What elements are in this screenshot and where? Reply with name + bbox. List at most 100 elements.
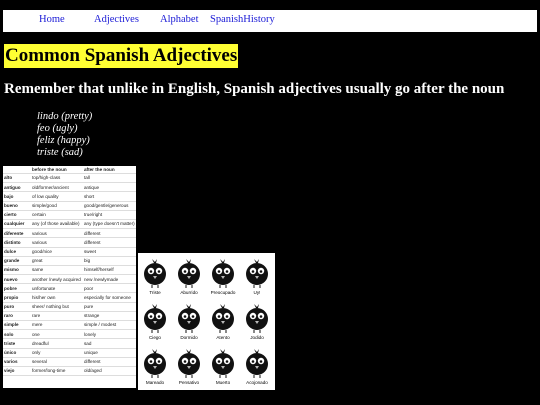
table-header-cell: after the noun [83, 166, 136, 174]
bird-figure: Preocupado [206, 257, 240, 299]
table-row: dulce good/nice sweet [3, 247, 136, 257]
adjective-cell: puro [3, 302, 31, 312]
nav-home-link[interactable]: Home [39, 14, 65, 25]
nav-alphabet-link[interactable]: Alphabet [160, 14, 199, 25]
after-noun-cell: unique [83, 348, 136, 358]
adjective-cell: único [3, 348, 31, 358]
adjective-cell: grande [3, 256, 31, 266]
after-noun-cell: new /newlymade [83, 274, 136, 285]
after-noun-cell: any (type doesn't matter) [83, 219, 136, 230]
bird-label: Preocupado [210, 290, 236, 295]
after-noun-cell: different [83, 237, 136, 248]
bird-label: Triste [149, 290, 161, 295]
adjective-cell: cierto [3, 210, 31, 220]
before-noun-cell: simple/good [31, 201, 83, 211]
bird-label: Jodido [250, 335, 264, 340]
after-noun-cell: short [83, 191, 136, 202]
adjective-examples-list: lindo (pretty) feo (ugly) feliz (happy) … [37, 111, 92, 159]
before-noun-cell: great [31, 256, 83, 266]
bird-figure: Uy! [240, 257, 274, 299]
bird-icon [144, 304, 166, 333]
bird-icon [246, 304, 268, 333]
bird-figure: Jodido [240, 302, 274, 344]
adjective-cell: simple [3, 320, 31, 331]
table-row: único only unique [3, 348, 136, 358]
after-noun-cell: especially for someone [83, 292, 136, 303]
bird-figure: Acojonado [240, 347, 274, 389]
adjective-cell: nuevo [3, 274, 31, 285]
before-noun-cell: sheer/ nothing but [31, 302, 83, 312]
bird-icon [246, 259, 268, 288]
before-noun-cell: his/her own [31, 292, 83, 303]
after-noun-cell: strange [83, 311, 136, 322]
after-noun-cell: true/right [83, 210, 136, 220]
bird-figure: Pensativo [172, 347, 206, 389]
bird-figure: Mareado [138, 347, 172, 389]
adjective-cell: viejo [3, 366, 31, 377]
after-noun-cell: different [83, 228, 136, 239]
table-row: nuevo another /newly acquired new /newlyma… [3, 274, 136, 285]
after-noun-cell: antique [83, 182, 136, 193]
before-noun-cell: rare [31, 311, 83, 322]
bird-label: Ciego [148, 335, 161, 340]
before-noun-cell: another /newly acquired [31, 274, 83, 285]
bird-icon [144, 349, 166, 378]
after-noun-cell: sad [83, 338, 136, 349]
bird-icon [178, 349, 200, 378]
before-noun-cell: good/nice [31, 247, 83, 257]
after-noun-cell: pure [83, 302, 136, 312]
example-item: triste (sad) [37, 147, 83, 158]
table-row: bueno simple/good good/gentle/generous [3, 201, 136, 211]
table-row: diferente various different [3, 228, 136, 239]
bird-icon [212, 349, 234, 378]
table-header-cell [3, 166, 31, 174]
table-row: cierto certain true/right [3, 210, 136, 220]
emotion-birds-illustration: Triste Aburrido Preocupado Uy! Ciego Dormido A… [138, 253, 275, 390]
bird-icon [178, 304, 200, 333]
adjective-cell: alto [3, 173, 31, 184]
after-noun-cell: himself/herself [83, 265, 136, 276]
bird-figure: Muerto [206, 347, 240, 389]
before-noun-cell: any (of those available) [31, 219, 83, 230]
example-item: lindo (pretty) [37, 111, 93, 122]
adjective-cell: bueno [3, 201, 31, 211]
nav-spanish-history-link[interactable]: SpanishHistory [210, 14, 275, 25]
table-header-row: before the noun after the noun [3, 166, 136, 174]
page-title: Common Spanish Adjectives [4, 44, 239, 68]
after-noun-cell: poor [83, 283, 136, 294]
top-nav-bar: Home Adjectives Alphabet SpanishHistory [3, 10, 537, 32]
before-noun-cell: same [31, 265, 83, 276]
table-row: pobre unfortunate poor [3, 283, 136, 294]
before-noun-cell: of low quality [31, 191, 83, 202]
before-noun-cell: various [31, 228, 83, 239]
example-item: feo (ugly) [37, 123, 78, 134]
bird-label: Mareado [145, 380, 165, 385]
adjective-cell: raro [3, 311, 31, 322]
adjective-cell: solo [3, 329, 31, 340]
table-row: alto top/high-class tall [3, 173, 136, 184]
before-noun-cell: various [31, 237, 83, 248]
bird-label: Acojonado [246, 380, 268, 385]
nav-adjectives-link[interactable]: Adjectives [94, 14, 139, 25]
bird-label: Atento [216, 335, 230, 340]
bird-icon [144, 259, 166, 288]
bird-figure: Dormido [172, 302, 206, 344]
before-noun-cell: dreadful [31, 338, 83, 349]
after-noun-cell: different [83, 357, 136, 367]
after-noun-cell: good/gentle/generous [83, 201, 136, 211]
before-noun-cell: only [31, 348, 83, 358]
adjective-cell: distinto [3, 237, 31, 248]
after-noun-cell: tall [83, 173, 136, 184]
adjective-cell: antiguo [3, 182, 31, 193]
bird-icon [246, 349, 268, 378]
before-noun-cell: several [31, 357, 83, 367]
before-noun-cell: unfortunate [31, 283, 83, 294]
adjective-meaning-table: before the noun after the noun alto top/h… [3, 166, 136, 377]
after-noun-cell: sweet [83, 247, 136, 257]
bird-figure: Atento [206, 302, 240, 344]
table-row: solo one lonely [3, 329, 136, 340]
bird-icon [178, 259, 200, 288]
bird-figure: Aburrido [172, 257, 206, 299]
adjective-cell: triste [3, 338, 31, 349]
adjective-cell: propio [3, 292, 31, 303]
